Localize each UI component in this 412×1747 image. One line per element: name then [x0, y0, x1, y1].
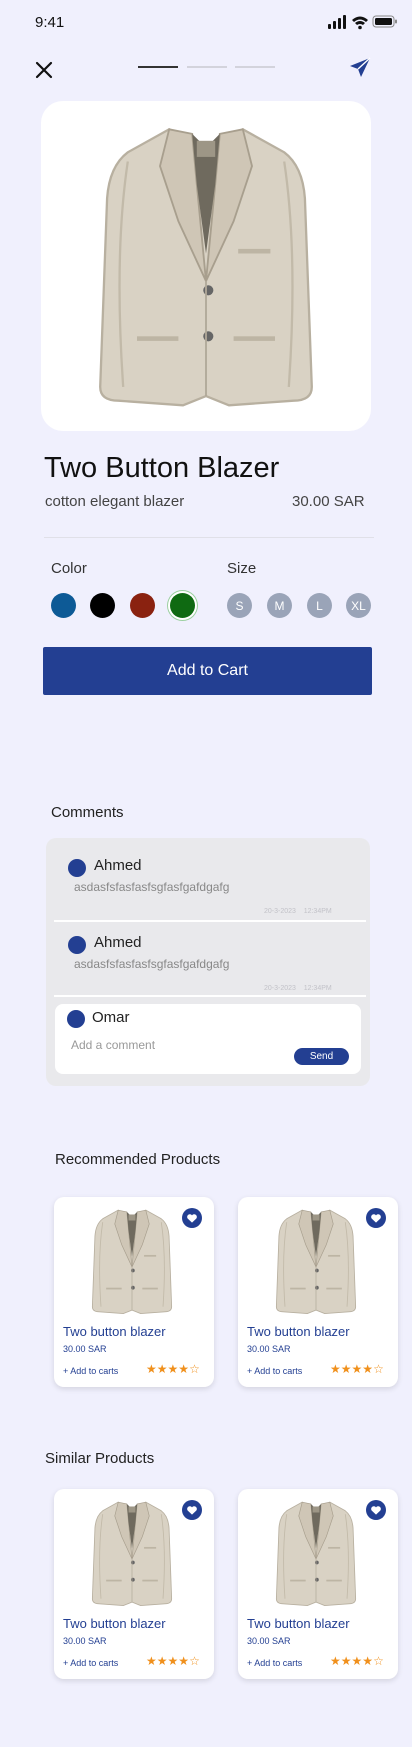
cellular-signal-icon [328, 15, 346, 29]
size-option-xl[interactable]: XL [346, 593, 371, 618]
star-filled-icon: ★ [146, 1654, 157, 1668]
favorite-heart-icon[interactable] [182, 1208, 202, 1228]
stepper-segment-2 [187, 66, 227, 68]
comment-text: asdasfsfasfasfsgfasfgafdgafg [74, 957, 230, 971]
star-filled-icon: ★ [156, 1654, 168, 1668]
status-time: 9:41 [35, 14, 65, 31]
send-share-icon[interactable] [348, 56, 372, 80]
star-filled-icon: ★ [146, 1362, 157, 1376]
size-option-s[interactable]: S [227, 593, 252, 618]
blazer-thumbnail [82, 1205, 182, 1317]
card-product-name: Two button blazer [63, 1324, 166, 1339]
composer-author: Omar [92, 1009, 130, 1026]
star-filled-icon: ★ [351, 1654, 363, 1668]
star-filled-icon: ★ [351, 1362, 363, 1376]
blazer-image [91, 115, 321, 415]
star-filled-icon: ★ [330, 1654, 341, 1668]
comments-title: Comments [51, 804, 124, 821]
star-filled-icon: ★ [362, 1654, 374, 1668]
card-product-name: Two button blazer [247, 1616, 350, 1631]
star-empty-icon: ☆ [189, 1654, 200, 1668]
add-to-cart-button[interactable]: Add to Cart [43, 647, 372, 695]
comment-author: Ahmed [94, 934, 142, 951]
card-price: 30.00 SAR [63, 1344, 107, 1354]
product-price: 30.00 SAR [292, 493, 365, 510]
avatar [68, 936, 86, 954]
avatar [67, 1010, 85, 1028]
product-image-card [41, 101, 371, 431]
comment-separator [54, 920, 366, 922]
star-filled-icon: ★ [330, 1362, 341, 1376]
card-price: 30.00 SAR [63, 1636, 107, 1646]
product-card[interactable]: Two button blazer 30.00 SAR + Add to carts… [238, 1489, 398, 1679]
card-price: 30.00 SAR [247, 1344, 291, 1354]
product-card[interactable]: Two button blazer 30.00 SAR + Add to carts… [54, 1197, 214, 1387]
card-add-to-cart-link[interactable]: + Add to carts [247, 1658, 302, 1668]
star-filled-icon: ★ [340, 1654, 352, 1668]
star-filled-icon: ★ [167, 1362, 179, 1376]
comment-input[interactable] [71, 1038, 271, 1052]
star-empty-icon: ☆ [189, 1362, 200, 1376]
product-title: Two Button Blazer [44, 452, 280, 484]
divider [44, 537, 374, 538]
star-filled-icon: ★ [362, 1362, 374, 1376]
battery-icon [372, 15, 397, 28]
size-option-l[interactable]: L [307, 593, 332, 618]
star-empty-icon: ☆ [373, 1362, 384, 1376]
close-icon[interactable] [30, 56, 58, 84]
rating-stars: ★★★★☆ [330, 1362, 384, 1376]
card-add-to-cart-link[interactable]: + Add to carts [63, 1366, 118, 1376]
stepper-segment-3 [235, 66, 275, 68]
color-swatch-4[interactable] [170, 593, 195, 618]
send-comment-button[interactable]: Send [294, 1048, 349, 1065]
product-subtitle: cotton elegant blazer [45, 493, 185, 510]
favorite-heart-icon[interactable] [182, 1500, 202, 1520]
comment-text: asdasfsfasfasfsgfasfgafdgafg [74, 880, 230, 894]
comment-composer: Omar Send [55, 1004, 361, 1074]
star-filled-icon: ★ [178, 1362, 190, 1376]
star-filled-icon: ★ [178, 1654, 190, 1668]
rating-stars: ★★★★☆ [330, 1654, 384, 1668]
favorite-heart-icon[interactable] [366, 1208, 386, 1228]
avatar [68, 859, 86, 877]
size-option-m[interactable]: M [267, 593, 292, 618]
color-swatch-1[interactable] [51, 593, 76, 618]
product-card[interactable]: Two button blazer 30.00 SAR + Add to carts… [238, 1197, 398, 1387]
card-add-to-cart-link[interactable]: + Add to carts [63, 1658, 118, 1668]
product-card[interactable]: Two button blazer 30.00 SAR + Add to carts… [54, 1489, 214, 1679]
card-add-to-cart-link[interactable]: + Add to carts [247, 1366, 302, 1376]
color-label: Color [51, 560, 87, 577]
color-swatch-3[interactable] [130, 593, 155, 618]
star-empty-icon: ☆ [373, 1654, 384, 1668]
card-price: 30.00 SAR [247, 1636, 291, 1646]
similar-title: Similar Products [45, 1450, 155, 1467]
card-product-name: Two button blazer [63, 1616, 166, 1631]
color-swatch-2[interactable] [90, 593, 115, 618]
comment-author: Ahmed [94, 857, 142, 874]
card-product-name: Two button blazer [247, 1324, 350, 1339]
rating-stars: ★★★★☆ [146, 1362, 200, 1376]
comment-separator [54, 995, 366, 997]
blazer-thumbnail [82, 1497, 182, 1609]
blazer-thumbnail [266, 1205, 366, 1317]
comment-timestamp: 20-3-2023 12:34PM [264, 908, 332, 915]
wifi-icon [352, 16, 368, 30]
recommended-title: Recommended Products [55, 1151, 221, 1168]
comment-timestamp: 20-3-2023 12:34PM [264, 985, 332, 992]
blazer-thumbnail [266, 1497, 366, 1609]
star-filled-icon: ★ [156, 1362, 168, 1376]
stepper-segment-1 [138, 66, 178, 68]
star-filled-icon: ★ [167, 1654, 179, 1668]
rating-stars: ★★★★☆ [146, 1654, 200, 1668]
star-filled-icon: ★ [340, 1362, 352, 1376]
size-label: Size [227, 560, 257, 577]
favorite-heart-icon[interactable] [366, 1500, 386, 1520]
status-icons [328, 15, 397, 30]
